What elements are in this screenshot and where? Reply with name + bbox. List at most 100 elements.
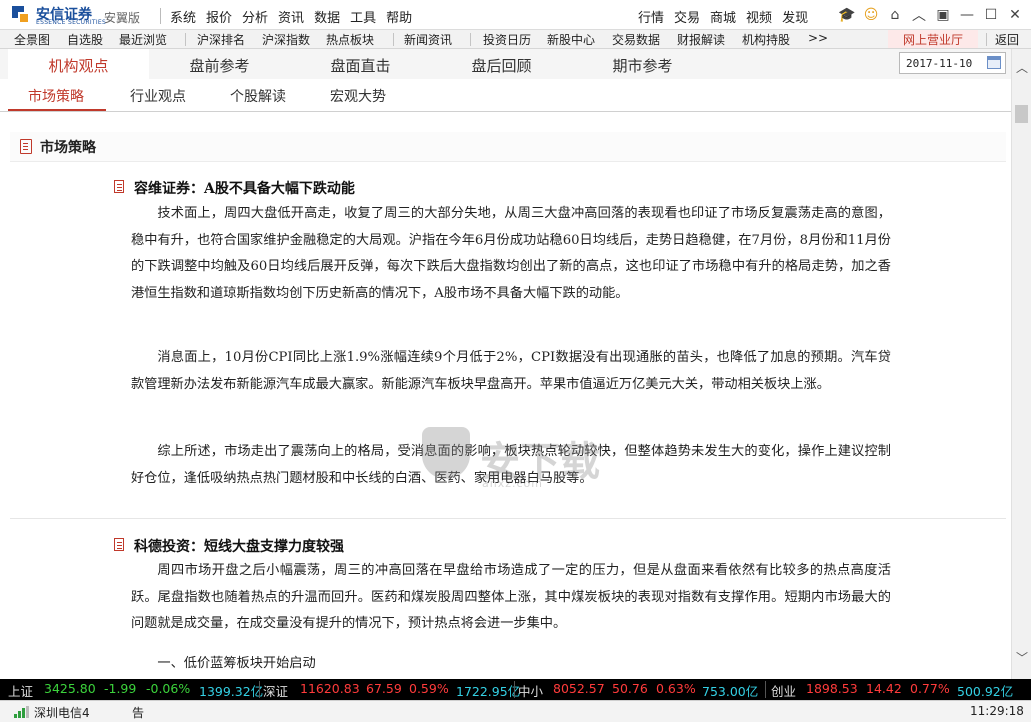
article-content: 市场策略 容维证券：A股不具备大幅下跌动能 技术面上，周四大盘低开高走，收复了周… [0, 112, 1011, 679]
ticker-pct: 0.77% [910, 681, 950, 696]
calendar-icon[interactable] [987, 56, 1001, 69]
online-hall-button[interactable]: 网上营业厅 [888, 30, 978, 48]
ticker-divider [765, 681, 766, 698]
section-title: 市场策略 [40, 140, 96, 156]
menu-help[interactable]: 帮助 [386, 7, 412, 26]
toolbar-divider [470, 33, 471, 46]
ticker-pct: -0.06% [146, 681, 191, 696]
status-bar: 深圳电信4 告 11:29:18 [0, 700, 1031, 722]
tab-pre-market[interactable]: 盘前参考 [149, 49, 290, 79]
active-tab-indicator [8, 109, 106, 111]
status-message[interactable]: 告 [132, 704, 144, 721]
minimize-icon[interactable]: — [958, 6, 976, 24]
toolbar-divider [185, 33, 186, 46]
toolbar-report[interactable]: 财报解读 [677, 31, 725, 48]
title-divider [160, 8, 161, 24]
tab-stock-analysis[interactable]: 个股解读 [230, 86, 286, 106]
toolbar-index[interactable]: 沪深指数 [262, 31, 310, 48]
back-button[interactable]: 返回 [995, 31, 1019, 48]
clock: 11:29:18 [970, 704, 1024, 718]
document-icon [114, 180, 124, 193]
toolbar-recent[interactable]: 最近浏览 [119, 31, 167, 48]
menu-market[interactable]: 行情 [638, 7, 664, 26]
menu-quote[interactable]: 报价 [206, 7, 232, 26]
server-name[interactable]: 深圳电信4 [34, 704, 90, 721]
menu-trade[interactable]: 交易 [674, 7, 700, 26]
toolbar-divider [393, 33, 394, 46]
ticker-name[interactable]: 创业 [771, 681, 796, 700]
smiley-icon[interactable]: ☺ [862, 6, 880, 24]
toolbar-more[interactable]: >> [808, 31, 828, 45]
ticker-price: 3425.80 [44, 681, 96, 696]
signal-strength-icon[interactable] [14, 706, 30, 718]
ticker-name[interactable]: 深证 [263, 681, 288, 700]
home-icon[interactable]: ⌂ [886, 6, 904, 24]
ticker-divider [259, 681, 260, 698]
menu-tools[interactable]: 工具 [350, 7, 376, 26]
main-menu: 系统 报价 分析 资讯 数据 工具 帮助 [170, 7, 422, 26]
primary-tabs: 机构观点 盘前参考 盘面直击 盘后回顾 期市参考 [0, 49, 1011, 79]
tab-macro-trend[interactable]: 宏观大势 [330, 86, 386, 106]
toolbar-calendar[interactable]: 投资日历 [483, 31, 531, 48]
menu-system[interactable]: 系统 [170, 7, 196, 26]
menu-news[interactable]: 资讯 [278, 7, 304, 26]
ticker-price: 1898.53 [806, 681, 858, 696]
article-paragraph: 周四市场开盘之后小幅震荡，周三的冲高回落在早盘给市场造成了一定的压力，但是从盘面… [131, 563, 891, 631]
tab-industry-views[interactable]: 行业观点 [130, 86, 186, 106]
ticker-change: 14.42 [866, 681, 902, 696]
menu-mall[interactable]: 商城 [710, 7, 736, 26]
ticker-volume: 1399.32亿 [199, 684, 264, 699]
tab-market-strategy[interactable]: 市场策略 [28, 86, 84, 106]
toolbar-hot-sectors[interactable]: 热点板块 [326, 31, 374, 48]
ticker-pct: 0.63% [656, 681, 696, 696]
app-logo-icon [12, 6, 30, 24]
tab-post-market[interactable]: 盘后回顾 [431, 49, 572, 79]
watermark-url: anxz.com [482, 477, 543, 490]
maximize-icon[interactable]: ☐ [982, 6, 1000, 24]
menu-data[interactable]: 数据 [314, 7, 340, 26]
scroll-down-icon[interactable]: ﹀ [1016, 649, 1028, 666]
menu-video[interactable]: 视频 [746, 7, 772, 26]
menu-discover[interactable]: 发现 [782, 7, 808, 26]
toolbar-holdings[interactable]: 机构持股 [742, 31, 790, 48]
screenshot-icon[interactable]: ▣ [934, 6, 952, 24]
tab-futures[interactable]: 期市参考 [572, 49, 713, 79]
ticker-name[interactable]: 上证 [8, 681, 33, 700]
ticker-price: 8052.57 [553, 681, 605, 696]
ticker-volume: 753.00亿 [702, 684, 759, 699]
graduation-cap-icon[interactable]: 🎓 [838, 6, 856, 24]
ticker-name[interactable]: 中小 [518, 681, 543, 700]
tab-live-market[interactable]: 盘面直击 [290, 49, 431, 79]
scroll-thumb[interactable] [1015, 105, 1028, 123]
secondary-tabs: 市场策略 行业观点 个股解读 宏观大势 [0, 79, 1011, 112]
ticker-volume: 1722.95亿 [456, 684, 521, 699]
vertical-scrollbar[interactable]: ︿ ﹀ [1011, 49, 1031, 679]
chevron-up-icon[interactable]: ︿ [910, 6, 928, 24]
article-divider [10, 518, 1006, 519]
toolbar-watchlist[interactable]: 自选股 [67, 31, 103, 48]
article-paragraph: 技术面上，周四大盘低开高走，收复了周三的大部分失地，从周三大盘冲高回落的表现看也… [131, 206, 891, 301]
date-value: 2017-11-10 [906, 57, 973, 70]
ticker-divider [514, 681, 515, 698]
index-ticker: 上证 3425.80 -1.99 -0.06% 1399.32亿 深证 1162… [0, 679, 1031, 700]
menu-analysis[interactable]: 分析 [242, 7, 268, 26]
ticker-change: -1.99 [104, 681, 137, 696]
toolbar-ipo-center[interactable]: 新股中心 [547, 31, 595, 48]
brand-name-en: ESSENCE SECURITIES [36, 19, 107, 26]
article-paragraph: 消息面上，10月份CPI同比上涨1.9%涨幅连续9个月低于2%，CPI数据没有出… [131, 350, 891, 392]
edition-label: 安翼版 [104, 11, 141, 25]
scroll-up-icon[interactable]: ︿ [1016, 59, 1028, 76]
section-header: 市场策略 [10, 132, 1006, 162]
toolbar-ranking[interactable]: 沪深排名 [197, 31, 245, 48]
right-menu: 行情 交易 商城 视频 发现 [638, 7, 818, 26]
tab-institution-views[interactable]: 机构观点 [8, 49, 149, 79]
ticker-volume: 500.92亿 [957, 684, 1014, 699]
quick-toolbar: 全景图 自选股 最近浏览 沪深排名 沪深指数 热点板块 新闻资讯 投资日历 新股… [0, 30, 1031, 49]
toolbar-trade-data[interactable]: 交易数据 [612, 31, 660, 48]
date-picker[interactable]: 2017-11-10 [899, 52, 1006, 74]
toolbar-panorama[interactable]: 全景图 [14, 31, 50, 48]
toolbar-news[interactable]: 新闻资讯 [404, 31, 452, 48]
ticker-price: 11620.83 [300, 681, 360, 696]
document-icon [20, 139, 32, 154]
close-icon[interactable]: ✕ [1006, 6, 1024, 24]
